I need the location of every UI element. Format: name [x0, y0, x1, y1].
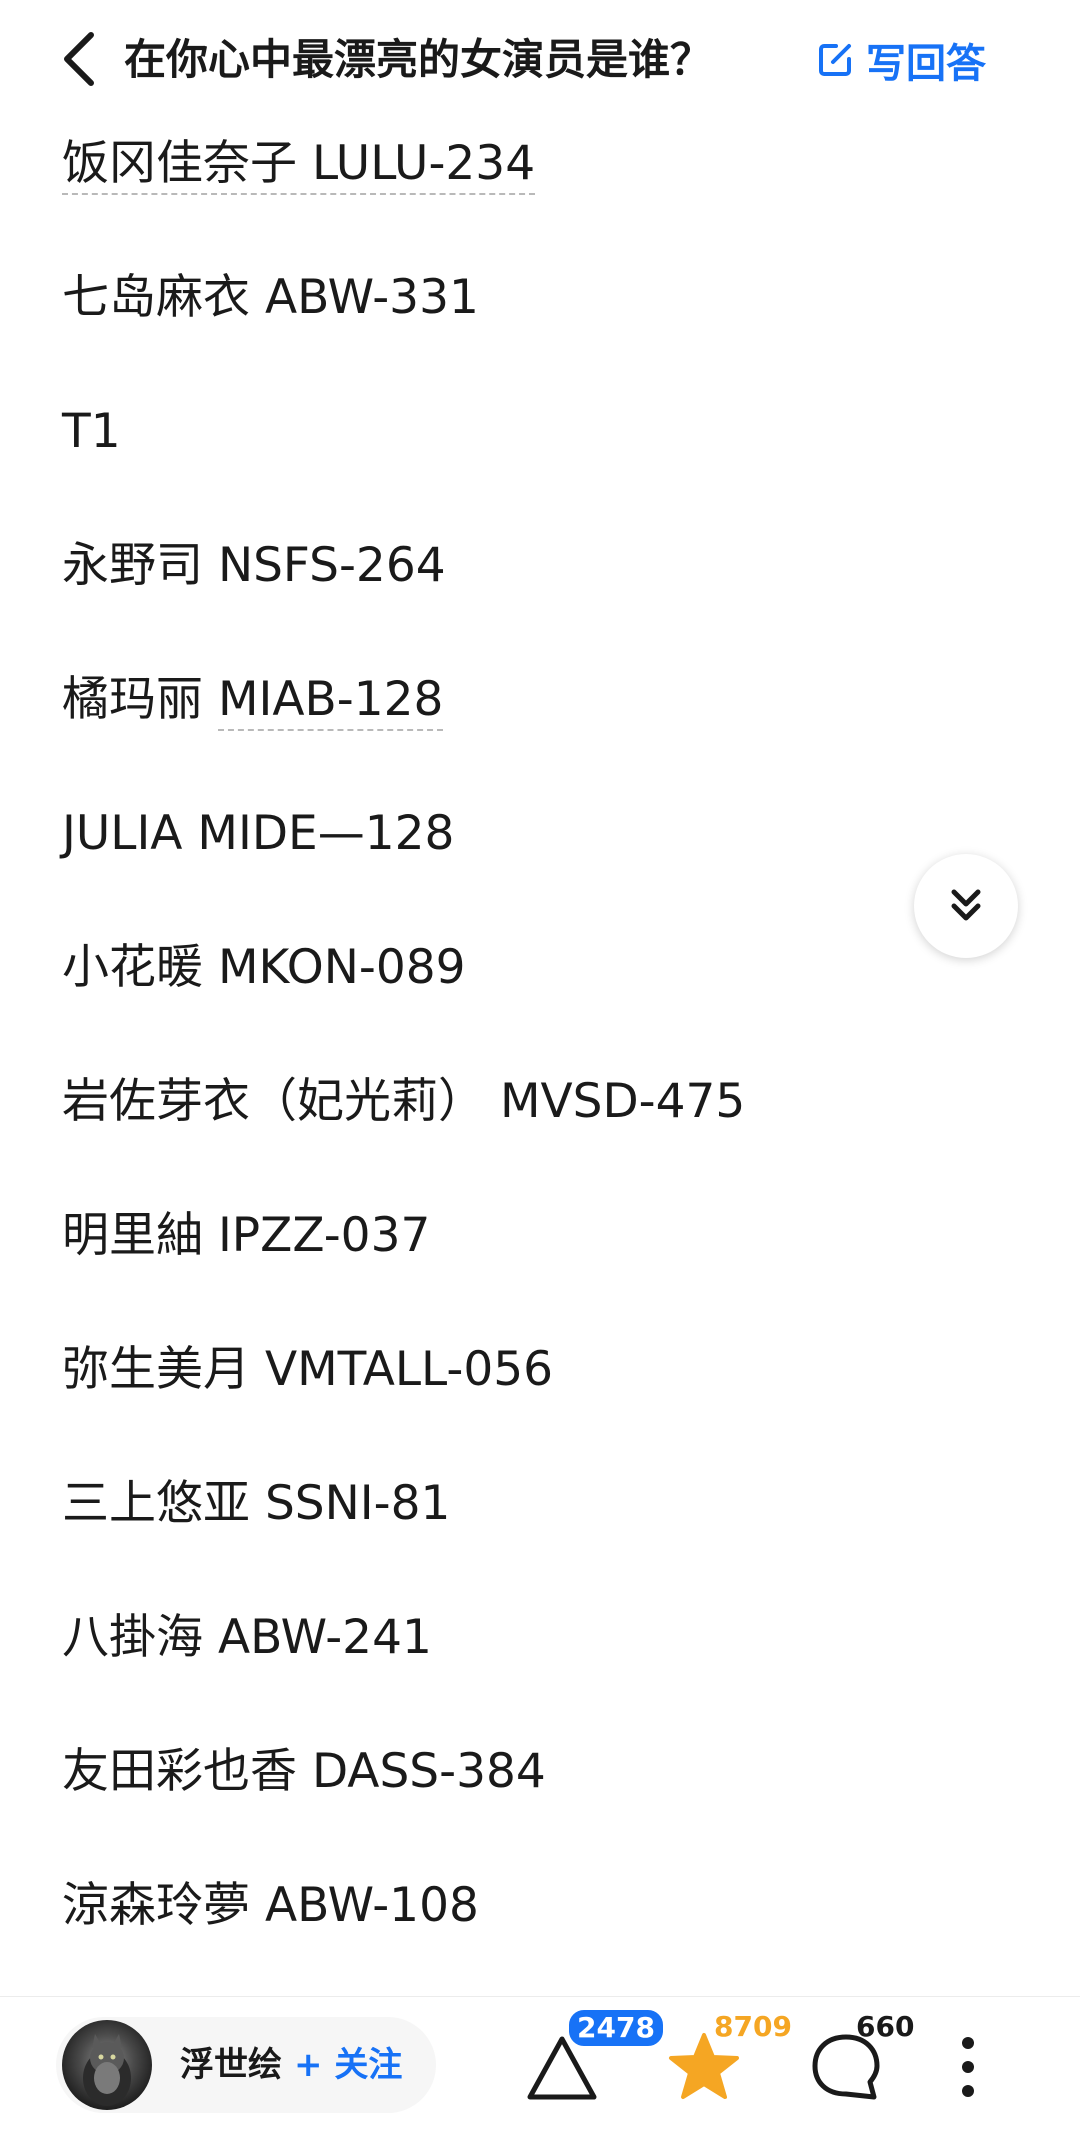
- answer-line: 永野司 NSFS-264: [62, 538, 446, 593]
- top-bar: 在你心中最漂亮的女演员是谁？ 写回答: [0, 0, 1080, 120]
- scroll-to-next-button[interactable]: [914, 854, 1018, 958]
- answer-line-link[interactable]: 饭冈佳奈子 LULU-234: [62, 136, 536, 195]
- answer-line-name: 饭冈佳奈子: [62, 136, 312, 191]
- answer-line: 涼森玲夢 ABW-108: [62, 1878, 479, 1933]
- author-chip[interactable]: 浮世绘 + 关注: [56, 2017, 436, 2113]
- write-answer-label: 写回答: [866, 41, 986, 87]
- cat-avatar-icon: [83, 2034, 131, 2106]
- answer-line: 橘玛丽 MIAB-128: [62, 670, 444, 731]
- answer-line: 小花暖 MKON-089: [62, 940, 466, 995]
- edit-icon: [819, 44, 851, 76]
- answer-line: 明里紬 IPZZ-037: [62, 1208, 431, 1263]
- more-vertical-icon: [962, 2037, 974, 2097]
- answer-line: 友田彩也香 DASS-384: [62, 1744, 546, 1799]
- question-title: 在你心中最漂亮的女演员是谁？: [124, 35, 713, 84]
- follow-button[interactable]: + 关注: [294, 2041, 402, 2089]
- back-chevron-icon: [64, 32, 94, 86]
- more-button[interactable]: [948, 2027, 988, 2107]
- right-edge: [1068, 0, 1080, 2130]
- answer-line: 岩佐芽衣（妃光莉） MVSD-475: [62, 1074, 746, 1129]
- answer-line: 七岛麻衣 ABW-331: [62, 270, 479, 325]
- answer-line: T1: [62, 404, 121, 459]
- comment-count: 660: [856, 2010, 915, 2043]
- answer-line: 八掛海 ABW-241: [62, 1610, 432, 1665]
- left-edge: [0, 0, 12, 2130]
- back-button[interactable]: [54, 26, 104, 92]
- answer-line-link[interactable]: MIAB-128: [217, 672, 444, 731]
- answer-line: 弥生美月 VMTALL-056: [62, 1342, 554, 1397]
- answer-line-code: LULU-234: [311, 136, 536, 191]
- answer-line: 饭冈佳奈子 LULU-234: [62, 134, 536, 195]
- answer-line: 三上悠亚 SSNI-81: [62, 1476, 451, 1531]
- author-name[interactable]: 浮世绘: [180, 2041, 282, 2089]
- favorite-count: 8709: [714, 2010, 792, 2043]
- bottom-action-bar: 浮世绘 + 关注 2478 8709 660: [0, 1996, 1080, 2130]
- answer-line: JULIA MIDE—128: [62, 806, 455, 861]
- avatar[interactable]: [62, 2020, 152, 2110]
- answer-line-name: 橘玛丽: [62, 672, 218, 727]
- write-answer-button[interactable]: 写回答: [816, 30, 986, 90]
- vote-count-badge: 2478: [566, 2007, 666, 2049]
- double-chevron-down-icon: [951, 889, 981, 921]
